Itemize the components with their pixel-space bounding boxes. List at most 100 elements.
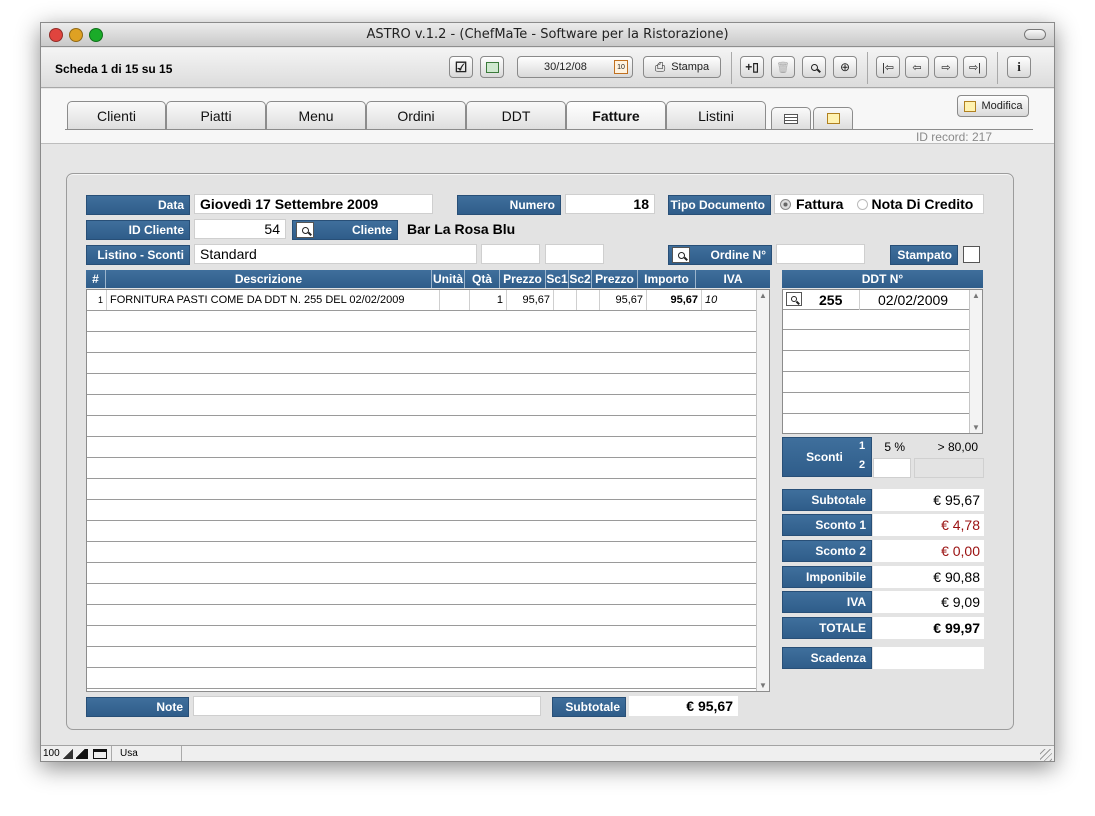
tab-clienti[interactable]: Clienti [67,101,166,129]
scroll-up-icon[interactable]: ▲ [759,291,767,300]
zoom-out-icon[interactable] [63,749,73,759]
radio-nota-credito[interactable] [857,198,869,210]
tab-piatti[interactable]: Piatti [166,101,266,129]
items-grid-scrollbar[interactable]: ▲ ▼ [756,290,769,691]
left-arrow-icon: ⇦ [912,61,922,74]
tab-notes[interactable] [813,107,853,129]
tab-list-view[interactable] [771,107,811,129]
stampato-checkbox[interactable] [963,246,980,263]
cell-qta[interactable]: 1 [470,290,507,310]
tab-bar: Clienti Piatti Menu Ordini DDT Fatture L… [41,89,1054,144]
status-bar: 100 Usa [41,745,1054,761]
sconto-1-field[interactable] [481,244,540,264]
info-icon: i [1017,59,1021,74]
radio-fattura[interactable] [780,198,791,210]
info-button[interactable]: i [1007,56,1031,78]
table-row[interactable] [87,437,757,458]
table-row[interactable]: 1 FORNITURA PASTI COME DA DDT N. 255 DEL… [87,290,757,311]
scroll-up-icon[interactable]: ▲ [972,291,980,300]
calendar-icon[interactable]: 10 [614,60,628,74]
ddt-row[interactable] [783,331,969,351]
zoom-window-button[interactable] [89,28,103,42]
table-row[interactable] [87,332,757,353]
tab-listini[interactable]: Listini [666,101,766,129]
find-button[interactable] [802,56,826,78]
total-label-totale: TOTALE [782,617,872,639]
id-cliente-field[interactable]: 54 [194,219,286,239]
note-field[interactable] [193,696,541,716]
table-row[interactable] [87,521,757,542]
check-icon: ☑ [454,58,468,75]
cell-unita[interactable] [440,290,470,310]
scadenza-field[interactable] [873,647,984,669]
cell-sc1[interactable] [554,290,577,310]
table-row[interactable] [87,647,757,668]
table-row[interactable] [87,542,757,563]
cell-sc2[interactable] [577,290,600,310]
date-field[interactable]: 30/12/08 10 [517,56,633,78]
cell-iva[interactable]: 10 [702,290,731,310]
listino-field[interactable]: Standard [194,244,477,264]
scroll-down-icon[interactable]: ▼ [759,681,767,690]
toolbar-toggle-button[interactable] [1024,29,1046,40]
table-row[interactable] [87,416,757,437]
modifica-button[interactable]: Modifica [957,95,1029,117]
table-row[interactable] [87,584,757,605]
next-record-button[interactable]: ⇨ [934,56,958,78]
sconto-2-field[interactable] [545,244,604,264]
previous-record-button[interactable]: ⇦ [905,56,929,78]
ddt-row[interactable] [783,394,969,414]
data-field[interactable]: Giovedì 17 Settembre 2009 [194,194,433,214]
table-row[interactable] [87,395,757,416]
ddt-scrollbar[interactable]: ▲ ▼ [969,290,982,433]
print-button[interactable]: ⎙ Stampa [643,56,721,78]
delete-record-button[interactable]: 🗑 [771,56,795,78]
tab-menu[interactable]: Menu [266,101,366,129]
cell-prezzo[interactable]: 95,67 [507,290,554,310]
table-row[interactable] [87,605,757,626]
cell-descrizione[interactable]: FORNITURA PASTI COME DA DDT N. 255 DEL 0… [107,290,440,310]
scroll-down-icon[interactable]: ▼ [972,423,980,432]
resize-grip-icon[interactable] [1040,749,1052,761]
last-record-button[interactable]: ⇨| [963,56,987,78]
table-row[interactable] [87,353,757,374]
table-row[interactable] [87,563,757,584]
ordine-search-button[interactable] [672,247,690,263]
spreadsheet-button[interactable] [480,56,504,78]
ddt-data: 02/02/2009 [878,292,949,308]
col-header-prezzo: Prezzo [500,270,546,288]
ddt-row[interactable] [783,352,969,372]
sconto2-pct[interactable] [873,458,911,478]
zoom-in-icon[interactable] [76,749,88,759]
tab-ddt[interactable]: DDT [466,101,566,129]
table-row[interactable] [87,668,757,689]
table-row[interactable] [87,458,757,479]
ddt-row[interactable] [783,310,969,330]
numero-field[interactable]: 18 [565,194,655,214]
ddt-open-button[interactable] [786,292,802,306]
status-toggle-icon[interactable] [93,749,107,759]
table-row[interactable] [87,311,757,332]
find-more-button[interactable]: ⊕ [833,56,857,78]
sconto1-condition: > 80,00 [914,437,984,457]
tab-fatture[interactable]: Fatture [566,101,666,130]
tab-ordini[interactable]: Ordini [366,101,466,129]
col-header-descrizione: Descrizione [106,270,432,288]
spreadsheet-icon [485,61,499,73]
close-window-button[interactable] [49,28,63,42]
zoom-level[interactable]: 100 [43,748,60,759]
col-header-num: # [86,270,106,288]
ddt-row[interactable]: 255 02/02/2009 [783,290,969,310]
table-row[interactable] [87,374,757,395]
total-value-totale: € 99,97 [873,617,984,639]
cliente-search-button[interactable] [296,222,314,238]
minimize-window-button[interactable] [69,28,83,42]
ddt-row[interactable] [783,373,969,393]
first-record-button[interactable]: |⇦ [876,56,900,78]
checkbox-tool-button[interactable]: ☑ [449,56,473,78]
table-row[interactable] [87,626,757,647]
table-row[interactable] [87,500,757,521]
ordine-field[interactable] [776,244,865,264]
table-row[interactable] [87,479,757,500]
new-record-button[interactable]: +▯ [740,56,764,78]
